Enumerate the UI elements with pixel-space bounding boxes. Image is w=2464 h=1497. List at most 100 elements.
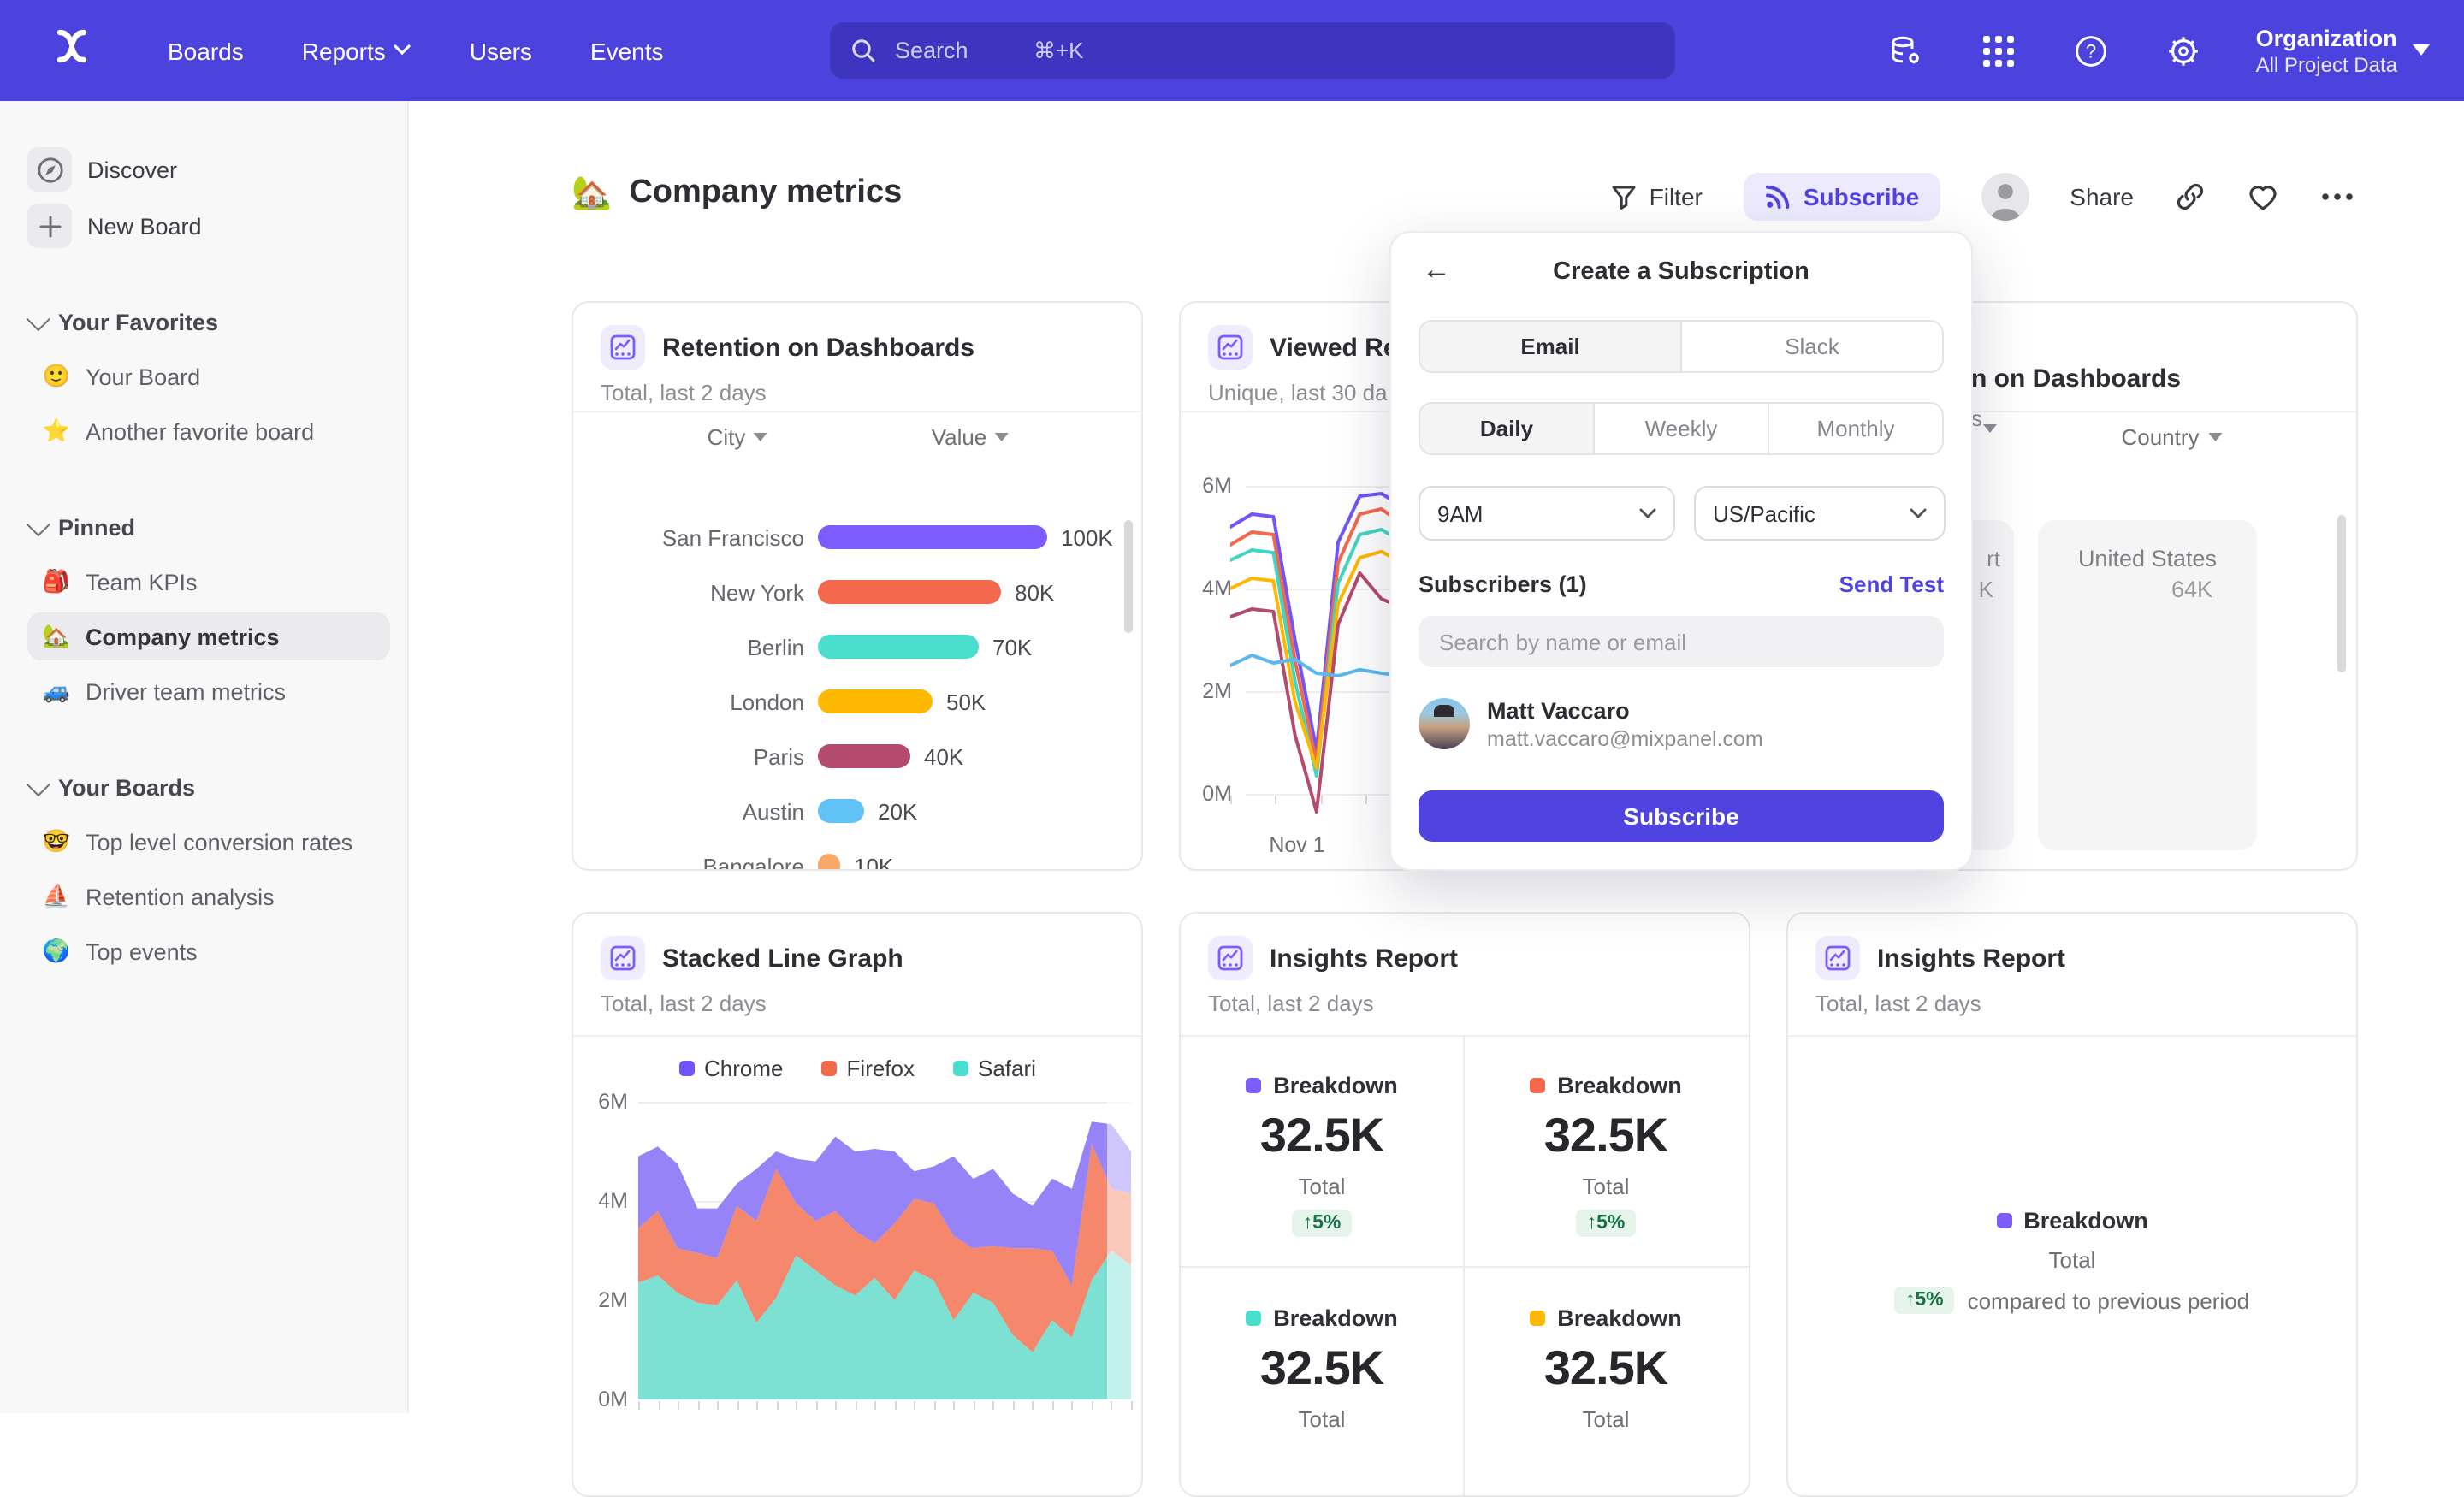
timezone-select[interactable]: US/Pacific xyxy=(1694,486,1946,541)
send-test-link[interactable]: Send Test xyxy=(1839,571,1944,597)
scrollbar[interactable] xyxy=(1124,520,1133,633)
mixpanel-logo-icon[interactable] xyxy=(51,26,92,75)
chevron-down-icon xyxy=(1910,508,1927,518)
report-chart-icon xyxy=(1208,325,1253,370)
legend-chrome[interactable]: Chrome xyxy=(678,1056,784,1081)
card-title-fragment[interactable]: n on Dashboards xyxy=(1971,364,2181,393)
column-header-value[interactable]: Value xyxy=(932,424,1010,450)
sidebar-item-team-kpis[interactable]: 🎒 Team KPIs xyxy=(27,558,390,606)
sidebar-item-top-level-conversion-rates[interactable]: 🤓 Top level conversion rates xyxy=(27,818,390,866)
section-pinned[interactable]: Pinned xyxy=(27,510,135,544)
global-search[interactable]: ⌘+K xyxy=(830,22,1675,79)
sort-arrow-icon xyxy=(995,433,1009,441)
tab-slack[interactable]: Slack xyxy=(1682,322,1942,371)
table-row[interactable]: Austin20K xyxy=(601,784,1121,838)
section-your-boards[interactable]: Your Boards xyxy=(27,770,195,804)
chevron-down-icon xyxy=(394,44,412,56)
card-title[interactable]: Insights Report xyxy=(1877,944,2065,973)
cell-tile-united-states[interactable]: United States 64K xyxy=(2038,520,2257,850)
time-select[interactable]: 9AM xyxy=(1419,486,1675,541)
card-title[interactable]: Retention on Dashboards xyxy=(662,333,974,362)
create-subscription-modal: ← Create a Subscription Email Slack Dail… xyxy=(1389,231,1973,871)
apps-grid-icon[interactable] xyxy=(1979,30,2020,71)
search-input[interactable] xyxy=(891,36,1018,65)
more-options-button[interactable] xyxy=(2320,192,2354,202)
legend-firefox[interactable]: Firefox xyxy=(821,1056,915,1081)
table-row[interactable]: New York80K xyxy=(601,565,1121,619)
rss-icon xyxy=(1764,183,1792,210)
report-chart-icon xyxy=(1815,936,1860,980)
chevron-down-icon xyxy=(27,307,50,331)
card-insights-report-single: Insights Report Total, last 2 days Break… xyxy=(1786,912,2358,1497)
svg-text:?: ? xyxy=(2086,40,2096,62)
card-title[interactable]: Viewed Re xyxy=(1270,333,1398,362)
y-tick: 2M xyxy=(577,1288,628,1312)
sidebar-item-another-favorite-board[interactable]: ⭐ Another favorite board xyxy=(27,407,390,455)
sidebar-item-retention-analysis[interactable]: ⛵ Retention analysis xyxy=(27,873,390,920)
column-header-city[interactable]: City xyxy=(708,424,768,450)
nav-users[interactable]: Users xyxy=(470,37,532,64)
metric-summary[interactable]: Breakdown Total ↑5% compared to previous… xyxy=(1788,1208,2356,1314)
section-your-favorites[interactable]: Your Favorites xyxy=(27,305,218,339)
filter-button[interactable]: Filter xyxy=(1610,183,1703,210)
sidebar-item-top-events[interactable]: 🌍 Top events xyxy=(27,927,390,975)
nav-reports[interactable]: Reports xyxy=(302,37,412,64)
metric-quadrant[interactable]: Breakdown 32.5K Total xyxy=(1465,1268,1747,1432)
bar-table: San Francisco100K New York80K Berlin70K … xyxy=(601,510,1121,871)
bar xyxy=(818,799,864,823)
sidebar-discover[interactable]: Discover xyxy=(27,145,390,193)
scrollbar[interactable] xyxy=(2337,515,2346,672)
card-title[interactable]: Insights Report xyxy=(1270,944,1458,973)
metric-quadrant[interactable]: Breakdown 32.5K Total xyxy=(1181,1268,1463,1432)
frequency-tabs: Daily Weekly Monthly xyxy=(1419,402,1944,455)
legend-swatch xyxy=(821,1061,837,1076)
sidebar-item-company-metrics[interactable]: 🏡 Company metrics xyxy=(27,612,390,660)
legend-swatch xyxy=(678,1061,694,1076)
search-shortcut: ⌘+K xyxy=(1034,37,1084,64)
help-icon[interactable]: ? xyxy=(2071,30,2112,71)
metric-quadrant[interactable]: Breakdown 32.5K Total ↑5% xyxy=(1465,1035,1747,1237)
tab-email[interactable]: Email xyxy=(1420,322,1682,371)
card-subtitle: Total, last 2 days xyxy=(1815,991,2329,1016)
car-emoji-icon: 🚙 xyxy=(41,677,72,705)
share-button[interactable]: Share xyxy=(2070,183,2134,210)
tab-monthly[interactable]: Monthly xyxy=(1769,404,1942,453)
nav-boards[interactable]: Boards xyxy=(168,37,244,64)
subscriber-search-input[interactable] xyxy=(1419,616,1944,667)
smiley-emoji-icon: 🙂 xyxy=(41,363,72,390)
sidebar-new-board[interactable]: New Board xyxy=(27,202,390,250)
subscribe-button[interactable]: Subscribe xyxy=(1744,173,1940,221)
table-row[interactable]: San Francisco100K xyxy=(601,510,1121,565)
card-subtitle: Total, last 2 days xyxy=(601,991,1114,1016)
sidebar: Discover New Board Your Favorites 🙂 Your… xyxy=(0,101,409,1413)
copy-link-button[interactable] xyxy=(2175,181,2206,212)
board-owner-avatar[interactable] xyxy=(1981,173,2029,221)
channel-tabs: Email Slack xyxy=(1419,320,1944,373)
bar xyxy=(818,854,840,871)
house-emoji-icon: 🏡 xyxy=(41,623,72,650)
table-row[interactable]: Paris40K xyxy=(601,729,1121,784)
card-title[interactable]: Stacked Line Graph xyxy=(662,944,903,973)
topbar: Boards Reports Users Events ⌘+K xyxy=(0,0,2464,101)
metric-value: 32.5K xyxy=(1544,1109,1667,1163)
modal-subscribe-button[interactable]: Subscribe xyxy=(1419,790,1944,842)
metric-quadrant[interactable]: Breakdown 32.5K Total ↑5% xyxy=(1181,1035,1463,1237)
table-row[interactable]: London50K xyxy=(601,674,1121,729)
sidebar-item-driver-team-metrics[interactable]: 🚙 Driver team metrics xyxy=(27,667,390,715)
chevron-down-icon xyxy=(27,512,50,536)
settings-gear-icon[interactable] xyxy=(2164,30,2205,71)
nav-events[interactable]: Events xyxy=(590,37,664,64)
column-header-country[interactable]: Country xyxy=(2121,424,2221,450)
data-management-icon[interactable] xyxy=(1886,30,1928,71)
table-row[interactable]: Bangalore10K xyxy=(601,838,1121,871)
legend-safari[interactable]: Safari xyxy=(952,1056,1036,1081)
sidebar-item-your-board[interactable]: 🙂 Your Board xyxy=(27,352,390,400)
tab-weekly[interactable]: Weekly xyxy=(1595,404,1769,453)
column-header-hidden[interactable] xyxy=(1983,424,1997,433)
favorite-button[interactable] xyxy=(2247,181,2279,212)
table-row[interactable]: Berlin70K xyxy=(601,619,1121,674)
y-tick: 2M xyxy=(1181,679,1232,703)
tab-daily[interactable]: Daily xyxy=(1420,404,1595,453)
org-switcher[interactable]: Organization All Project Data xyxy=(2256,23,2430,78)
card-insights-report-grid: Insights Report Total, last 2 days Break… xyxy=(1179,912,1750,1497)
